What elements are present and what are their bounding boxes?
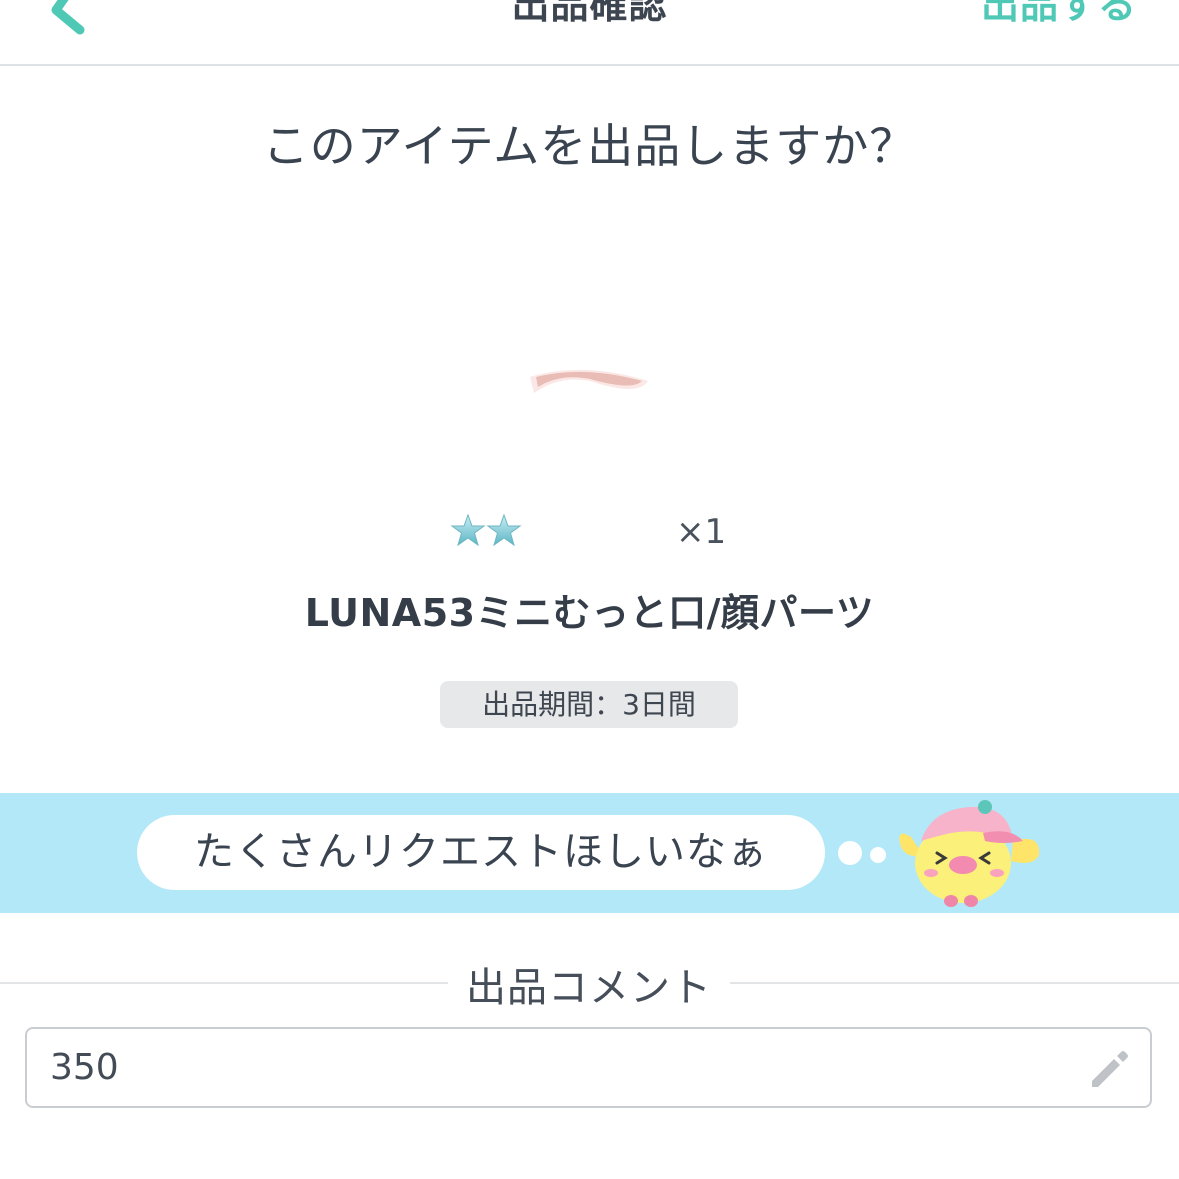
bubble-dot bbox=[870, 847, 886, 863]
listing-period-badge: 出品期間：3日間 bbox=[440, 681, 738, 728]
star-icon bbox=[450, 513, 522, 547]
confirm-question: このアイテムを出品しますか？ bbox=[262, 119, 917, 173]
listing-confirm-screen: 出品確認 出品する このアイテムを出品しますか？ ×1 LUNA53ミニむっと口… bbox=[0, 0, 1179, 1179]
comment-value: 350 bbox=[50, 1047, 119, 1088]
nav-header: 出品確認 出品する bbox=[0, 0, 1179, 66]
item-quantity: ×1 bbox=[676, 512, 727, 552]
chick-mascot-icon bbox=[899, 800, 1040, 907]
comment-section-title: 出品コメント bbox=[448, 955, 730, 1013]
item-image bbox=[520, 355, 660, 415]
item-name: LUNA53ミニむっと口/顔パーツ bbox=[304, 591, 875, 635]
mouth-part-icon bbox=[530, 369, 648, 393]
mascot-banner: たくさんリクエストほしいなぁ bbox=[0, 793, 1179, 913]
rarity-stars bbox=[450, 512, 530, 552]
bubble-dot bbox=[838, 841, 862, 865]
comment-input[interactable]: 350 bbox=[25, 1027, 1152, 1108]
pencil-icon[interactable] bbox=[1086, 1047, 1132, 1093]
submit-listing-button[interactable]: 出品する bbox=[981, 0, 1137, 29]
speech-bubble: たくさんリクエストほしいなぁ bbox=[137, 815, 825, 890]
